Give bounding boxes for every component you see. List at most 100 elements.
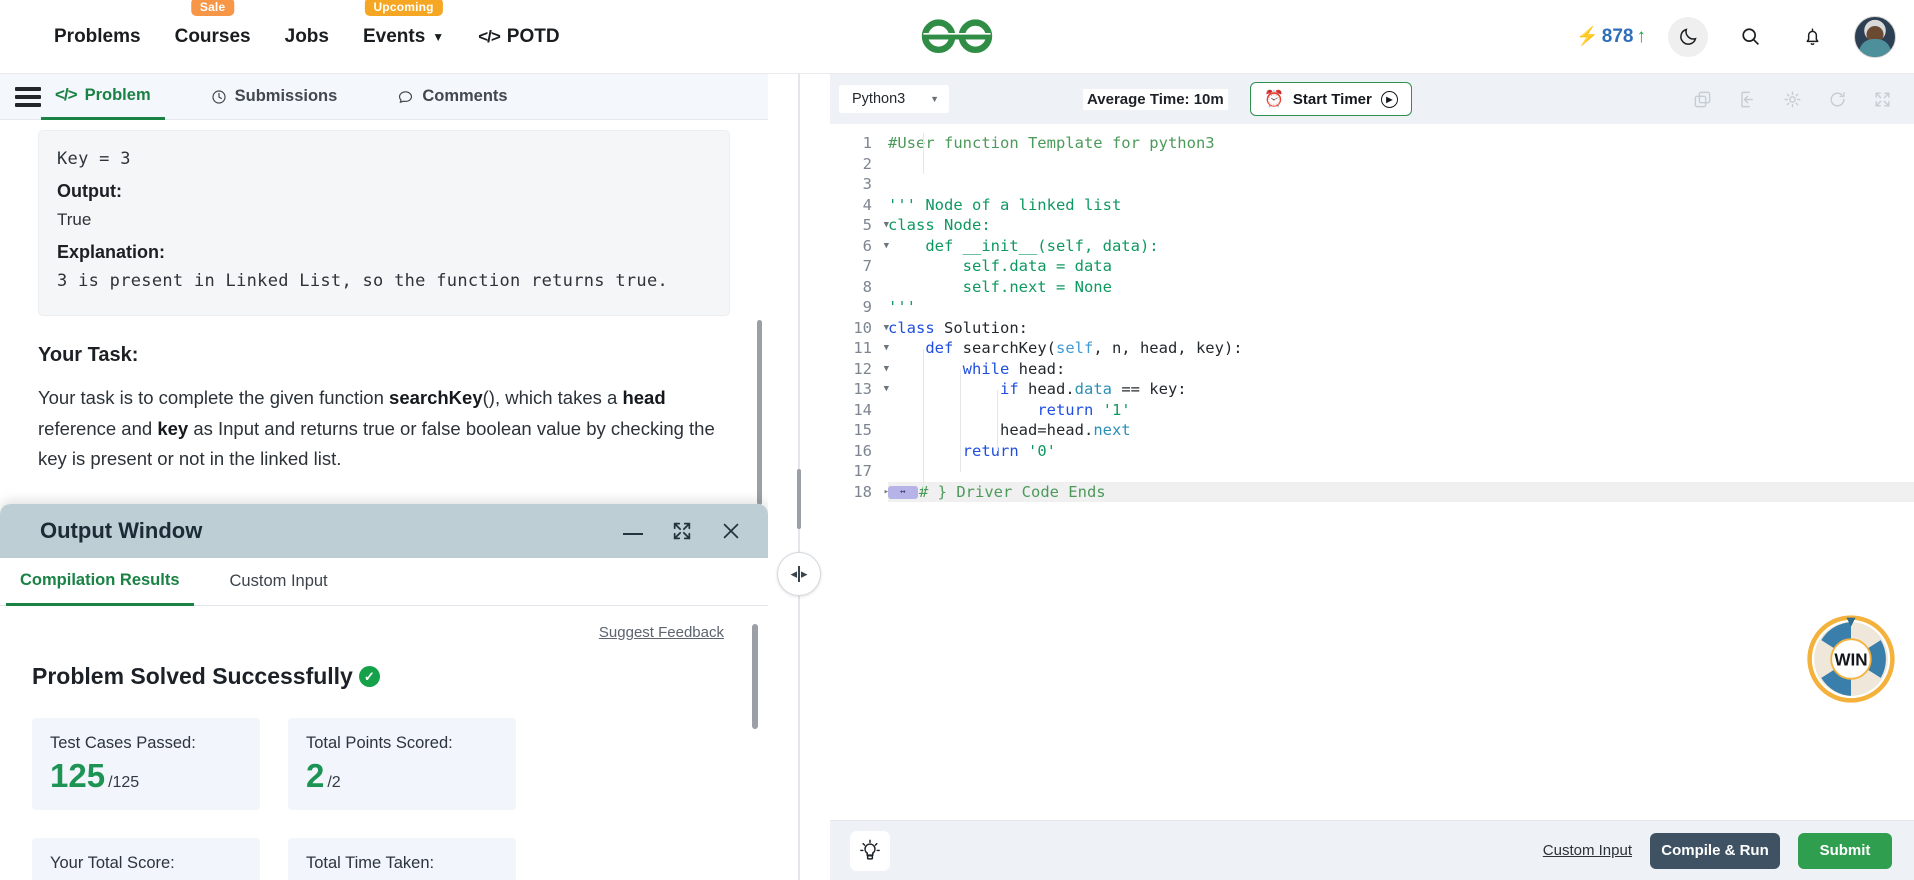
code-icon: </> xyxy=(55,85,78,104)
main-nav: Problems Sale Courses Jobs Upcoming Even… xyxy=(52,0,562,52)
code-self: self xyxy=(1055,339,1094,357)
custom-input-link[interactable]: Custom Input xyxy=(1543,842,1632,859)
streak-counter[interactable]: ⚡ 878 ↑ xyxy=(1576,26,1646,48)
problem-description: Key = 3 Output: True Explanation: 3 is p… xyxy=(0,120,768,516)
avatar[interactable] xyxy=(1854,15,1896,58)
settings-button[interactable] xyxy=(1783,90,1802,109)
code-line-5: class Node: xyxy=(888,215,1914,236)
line-number: 7 xyxy=(830,256,878,277)
tab-custom-input[interactable]: Custom Input xyxy=(216,558,342,606)
code-keyword: def xyxy=(925,339,954,357)
hint-button[interactable] xyxy=(850,830,890,871)
indent-guide xyxy=(960,369,961,472)
output-window-controls xyxy=(622,520,742,542)
win-spin-badge[interactable]: WIN xyxy=(1806,614,1896,704)
play-icon: ▶ xyxy=(1380,90,1398,108)
problem-scroll-thumb[interactable] xyxy=(757,320,762,505)
task-text-1: Your task is to complete the given funct… xyxy=(38,387,390,408)
code-text: head=head. xyxy=(999,421,1094,439)
code-editor[interactable]: 1 2 3 4 5 ▼ 6 ▼ 7 8 9 10 ▼ 11 ▼ 12 ▼ 13 ▼ 14 1… xyxy=(830,124,1914,820)
line-number: 11 ▼ xyxy=(830,338,889,359)
nav-label-events: Events xyxy=(362,25,426,47)
line-num-text: 14 xyxy=(853,400,872,419)
search-button[interactable] xyxy=(1730,17,1770,57)
nav-item-potd[interactable]: </> POTD xyxy=(476,22,561,52)
submit-button[interactable]: Submit xyxy=(1798,832,1892,869)
minimize-button[interactable] xyxy=(622,525,644,537)
reset-button[interactable] xyxy=(1828,90,1847,109)
close-button[interactable] xyxy=(720,520,742,542)
editor-toolbar: Python3 ▼ Average Time: 10m ⏰ Start Time… xyxy=(830,74,1914,124)
check-circle-icon: ✓ xyxy=(358,666,380,687)
output-window-body: Suggest Feedback Problem Solved Successf… xyxy=(0,606,768,880)
fullscreen-button[interactable] xyxy=(1873,90,1892,109)
code-line-14: return '1' xyxy=(888,400,1914,421)
problem-scrollbar[interactable] xyxy=(757,170,762,510)
tab-comments[interactable]: Comments xyxy=(383,74,521,120)
dark-mode-toggle[interactable] xyxy=(1668,16,1708,57)
badge-sale: Sale xyxy=(190,0,235,16)
task-text-2: (), which takes a xyxy=(482,387,618,408)
code-text: def __init__(self, data): xyxy=(888,236,1159,255)
import-button[interactable] xyxy=(1738,90,1757,109)
tab-problem[interactable]: </> Problem xyxy=(41,74,165,120)
status-text: Problem Solved Successfully xyxy=(32,663,353,689)
code-editor-panel: Python3 ▼ Average Time: 10m ⏰ Start Time… xyxy=(830,74,1914,880)
tab-compilation-results[interactable]: Compilation Results xyxy=(6,558,194,606)
language-select[interactable]: Python3 ▼ xyxy=(838,84,950,114)
nav-item-events[interactable]: Upcoming Events ▼ xyxy=(361,0,446,52)
nav-item-jobs[interactable]: Jobs xyxy=(283,22,331,52)
nav-item-courses[interactable]: Sale Courses xyxy=(173,0,253,52)
code-text: self.next = None xyxy=(888,277,1112,296)
card-suffix: /2 xyxy=(327,774,341,791)
example-output-label: Output: xyxy=(57,181,122,201)
code-line-6: def __init__(self, data): xyxy=(888,236,1914,257)
suggest-feedback-link[interactable]: Suggest Feedback xyxy=(32,624,724,641)
line-number: 16 xyxy=(830,441,878,462)
line-num-text: 11 xyxy=(853,339,872,357)
example-key: Key = 3 xyxy=(57,149,131,169)
code-text: , n, head, key): xyxy=(1093,339,1243,357)
streak-count: 878 xyxy=(1601,25,1634,47)
code-keyword: return xyxy=(962,441,1019,460)
notifications-button[interactable] xyxy=(1792,17,1832,57)
nav-label-potd: POTD xyxy=(506,25,560,47)
output-scroll-thumb[interactable] xyxy=(752,624,758,729)
comment-icon xyxy=(399,90,413,103)
splitter-grip[interactable] xyxy=(797,469,801,529)
line-number: 12 ▼ xyxy=(830,359,889,380)
line-number: 4 xyxy=(830,195,878,216)
code-line-13: if head.data == key: xyxy=(888,379,1914,400)
code-keyword: if xyxy=(999,380,1019,398)
output-scrollbar[interactable] xyxy=(752,624,758,854)
code-line-12: while head: xyxy=(888,359,1914,380)
tab-custom-input-label: Custom Input xyxy=(229,572,328,590)
average-time-label: Average Time: 10m xyxy=(1083,88,1228,110)
output-window-tabs: Compilation Results Custom Input xyxy=(0,558,768,606)
splitter-handle[interactable]: ◂ ▸ xyxy=(777,552,821,596)
menu-icon[interactable] xyxy=(15,86,41,107)
start-timer-button[interactable]: ⏰ Start Timer ▶ xyxy=(1250,82,1412,116)
code-content[interactable]: #User function Template for python3 ''' … xyxy=(878,124,1914,820)
expand-button[interactable] xyxy=(671,520,693,542)
gfg-logo[interactable] xyxy=(917,14,997,60)
card-label: Your Total Score: xyxy=(50,854,175,872)
code-line-10: class Solution: xyxy=(888,318,1914,339)
win-wheel-icon: WIN xyxy=(1807,615,1895,703)
alarm-clock-icon: ⏰ xyxy=(1264,91,1284,108)
code-line-4: ''' Node of a linked list xyxy=(888,195,1914,216)
collapsed-region-chip[interactable]: ↔ xyxy=(888,485,918,499)
compile-and-run-button[interactable]: Compile & Run xyxy=(1650,832,1780,869)
badge-upcoming: Upcoming xyxy=(364,0,443,16)
nav-item-problems[interactable]: Problems xyxy=(52,22,143,52)
copy-button[interactable] xyxy=(1693,90,1712,109)
line-num-text: 13 xyxy=(853,380,872,398)
tab-submissions[interactable]: Submissions xyxy=(197,74,352,120)
code-line-15: head=head.next xyxy=(888,420,1914,441)
fullscreen-icon xyxy=(1875,91,1890,107)
task-head-kw: head xyxy=(622,387,666,408)
